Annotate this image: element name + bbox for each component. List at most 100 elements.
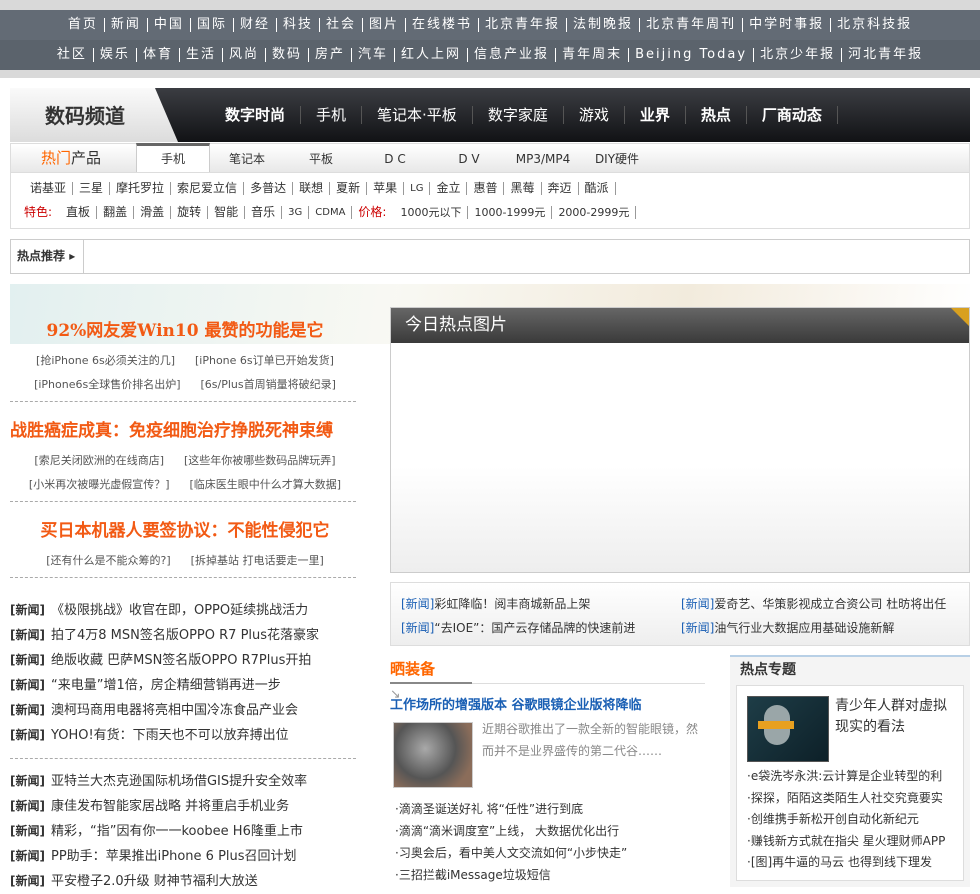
news-link[interactable]: 澳柯玛商用电器将亮相中国冷冻食品产业会 [51,703,298,718]
top-nav-link[interactable]: 房产 [309,48,353,62]
brand-link[interactable]: 惠普 [467,182,505,195]
brand-link[interactable]: 多普达 [244,182,294,195]
brand-link[interactable]: 夏新 [330,182,368,195]
gear-list-item[interactable]: ·滴滴“滴米调度室”上线， 大数据优化出行 [395,820,627,842]
sub-link[interactable]: [抢iPhone 6s必须关注的几] [36,349,175,373]
brand-link[interactable]: 摩托罗拉 [110,182,172,195]
top-nav-link[interactable]: 中国 [148,18,191,32]
news-tag[interactable]: [新闻] [681,597,714,611]
gear-title[interactable]: 晒装备 ↘ [390,658,472,701]
top-nav-link[interactable]: 国际 [191,18,234,32]
channel-nav-link[interactable]: 手机 [301,106,363,124]
brand-link[interactable]: 黑莓 [504,182,542,195]
news-link[interactable]: 拍了4万8 MSN签名版OPPO R7 Plus花落豪家 [51,628,319,643]
news-tag[interactable]: [新闻] [401,597,434,611]
vr-topic-image[interactable] [747,696,829,762]
top-nav-link[interactable]: 社区 [51,48,94,62]
top-nav-link[interactable]: 在线楼书 [406,18,480,32]
feature-link[interactable]: 3G [282,206,310,219]
topic-list-item[interactable]: ·e袋洗岑永洪:云计算是企业转型的利 [747,766,945,788]
price-link[interactable]: 1000-1999元 [468,206,553,219]
brand-link[interactable]: 酷派 [579,182,616,195]
news-tag[interactable]: [新闻] [681,621,714,635]
sub-link[interactable]: [还有什么是不能众筹的?] [46,549,170,573]
product-tab[interactable]: 平板 [284,146,358,172]
brand-link[interactable]: 苹果 [367,182,405,195]
top-nav-link[interactable]: 中学时事报 [743,18,832,32]
channel-nav-link[interactable]: 数字家庭 [473,106,564,124]
news-tag[interactable]: [新闻] [10,849,45,863]
top-nav-link[interactable]: 新闻 [105,18,148,32]
brand-link[interactable]: 奔迈 [542,182,579,195]
feature-link[interactable]: 智能 [208,206,246,219]
channel-nav-link[interactable]: 数字时尚 [210,106,302,124]
top-nav-link[interactable]: 北京少年报 [754,48,843,62]
brand-link[interactable]: 金立 [430,182,468,195]
top-nav-link[interactable]: 社会 [320,18,363,32]
news-link[interactable]: 康佳发布智能家居战略 并将重启手机业务 [51,799,289,814]
news-link[interactable]: 亚特兰大杰克逊国际机场借GIS提升安全效率 [51,774,307,789]
brand-link[interactable]: 索尼爱立信 [171,182,245,195]
top-nav-link[interactable]: 生活 [180,48,223,62]
headline[interactable]: 战胜癌症成真：免疫细胞治疗挣脱死神束缚 [10,416,360,441]
top-nav-link[interactable]: 法制晚报 [567,18,641,32]
news-link[interactable]: 绝版收藏 巴萨MSN签名版OPPO R7Plus开拍 [51,653,311,668]
topic-list-item[interactable]: ·创维携手新松开创自动化新纪元 [747,809,945,831]
product-tab[interactable]: D V [432,146,506,172]
feature-link[interactable]: 旋转 [171,206,209,219]
topic-list-item[interactable]: ·[图]再牛逼的马云 也得到线下理发 [747,852,945,874]
news-tag[interactable]: [新闻] [401,621,434,635]
news-tag[interactable]: [新闻] [10,874,45,888]
headline[interactable]: 买日本机器人要签协议：不能性侵犯它 [10,516,360,541]
news-link[interactable]: PP助手：苹果推出iPhone 6 Plus召回计划 [51,849,297,864]
top-nav-link[interactable]: 红人上网 [395,48,469,62]
product-tab[interactable]: DIY硬件 [580,146,654,172]
news-tag[interactable]: [新闻] [10,728,45,742]
top-nav-link[interactable]: 北京青年周刊 [640,18,744,32]
brand-link[interactable]: LG [404,182,431,195]
news-tag[interactable]: [新闻] [10,703,45,717]
top-nav-link[interactable]: 科技 [277,18,320,32]
sub-link[interactable]: [iPhone 6s订单已开始发货] [195,349,334,373]
brand-link[interactable]: 诺基亚 [24,182,74,195]
product-tab[interactable]: MP3/MP4 [506,146,580,172]
price-link[interactable]: 1000元以下 [394,206,469,219]
news-link[interactable]: 平安橙子2.0升级 财神节福利大放送 [51,874,258,889]
brand-link[interactable]: 联想 [293,182,331,195]
news-link[interactable]: 彩虹降临！阅丰商城新品上架 [434,597,590,611]
product-tab[interactable]: 手机 [136,143,210,172]
google-glass-photo[interactable] [393,722,473,788]
sub-link[interactable]: [临床医生眼中什么才算大数据] [190,473,342,497]
news-link[interactable]: “来电量”增1倍，房企精细营销再进一步 [51,678,281,693]
channel-nav-link[interactable]: 游戏 [564,106,625,124]
news-link[interactable]: 《极限挑战》收官在即，OPPO延续挑战活力 [51,603,308,618]
feature-link[interactable]: 翻盖 [97,206,135,219]
news-tag[interactable]: [新闻] [10,628,45,642]
gear-list-item[interactable]: ·三招拦截iMessage垃圾短信 [395,864,627,886]
sub-link[interactable]: [iPhone6s全球售价排名出炉] [34,373,180,397]
sub-link[interactable]: [拆掉基站 打电话要走一里] [191,549,324,573]
headline[interactable]: 92%网友爱Win10 最赞的功能是它 [10,316,360,341]
news-link[interactable]: 精彩，“指”因有你一一koobee H6隆重上市 [51,824,303,839]
news-tag[interactable]: [新闻] [10,653,45,667]
sub-link[interactable]: [这些年你被哪些数码品牌玩弄] [184,449,336,473]
news-link[interactable]: 油气行业大数据应用基础设施新解 [714,621,894,635]
gear-headline[interactable]: 工作场所的增强版本 谷歌眼镜企业版将降临 [390,694,705,713]
top-nav-link[interactable]: 汽车 [352,48,396,62]
topic-list-item[interactable]: ·赚钱新方式就在指尖 星火理财师APP [747,831,945,853]
gear-list-item[interactable]: ·滴滴圣诞送好礼 将“任性”进行到底 [395,798,627,820]
channel-nav-link[interactable]: 业界 [625,106,686,124]
top-nav-link[interactable]: 信息产业报 [468,48,557,62]
feature-link[interactable]: 音乐 [245,206,283,219]
top-nav-link[interactable]: 财经 [234,18,277,32]
top-nav-link[interactable]: 首页 [62,18,105,32]
top-nav-link[interactable]: 河北青年报 [842,48,929,62]
top-nav-link[interactable]: 北京青年报 [479,18,568,32]
news-tag[interactable]: [新闻] [10,678,45,692]
feature-link[interactable]: 滑盖 [134,206,172,219]
news-tag[interactable]: [新闻] [10,824,45,838]
top-nav-link[interactable]: 体育 [137,48,180,62]
gear-list-item[interactable]: ·习奥会后，看中美人文交流如何“小步快走” [395,842,627,864]
price-link[interactable]: 2000-2999元 [552,206,637,219]
feature-link[interactable]: CDMA [309,206,353,219]
